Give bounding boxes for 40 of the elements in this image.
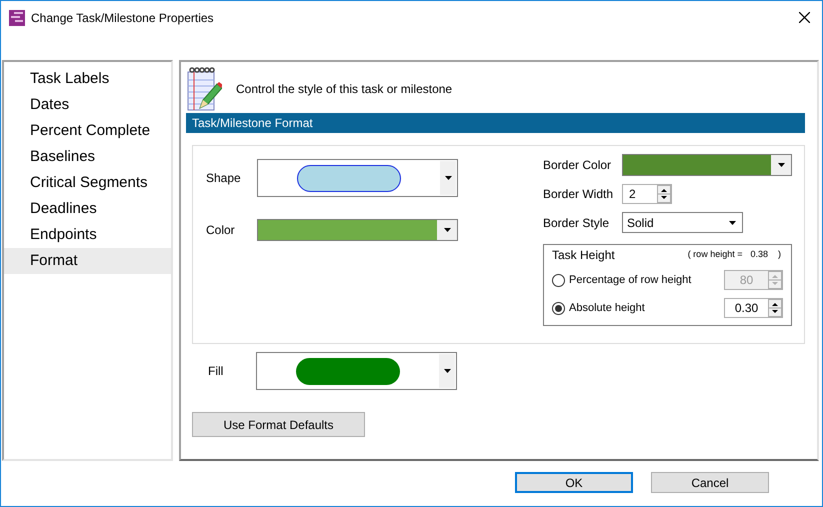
- sidebar-item[interactable]: Baselines: [4, 144, 171, 170]
- notepad-pencil-icon: [186, 66, 222, 112]
- defaults-button[interactable]: Use Format Defaults: [192, 412, 365, 437]
- field-label: Border Style: [543, 214, 610, 232]
- section-title-bar: Task/Milestone Format: [186, 113, 805, 133]
- sidebar-item[interactable]: Format: [4, 248, 171, 274]
- radio-label: Percentage of row height: [569, 272, 692, 288]
- sidebar-item[interactable]: Percent Complete: [4, 118, 171, 144]
- header-text: Control the style of this task or milestone: [236, 80, 452, 98]
- field-label: Color: [206, 222, 236, 239]
- sidebar-item[interactable]: Endpoints: [4, 222, 171, 248]
- spinner-field[interactable]: 2: [622, 184, 672, 204]
- field-label: Fill: [208, 363, 224, 380]
- dialog-button[interactable]: Cancel: [651, 472, 769, 493]
- window-title: Change Task/Milestone Properties: [31, 10, 214, 26]
- field-label: Border Width: [543, 186, 614, 203]
- radio-button[interactable]: [552, 302, 565, 314]
- row-height-value: 0.38: [750, 248, 768, 262]
- fill-dropdown[interactable]: [256, 352, 457, 390]
- shape-dropdown[interactable]: [257, 159, 458, 197]
- dialog-button[interactable]: OK: [515, 472, 633, 493]
- app-logo-icon: [9, 10, 25, 26]
- spinner-field: 80: [724, 270, 783, 290]
- row-height-label: ( row height =: [688, 248, 742, 262]
- field-label: Border Color: [543, 157, 612, 174]
- color-dropdown[interactable]: [622, 154, 792, 176]
- sidebar-item[interactable]: Deadlines: [4, 196, 171, 222]
- style-dropdown[interactable]: Solid: [622, 212, 743, 233]
- sidebar-item[interactable]: Task Labels: [4, 66, 171, 92]
- row-height-label: ): [778, 248, 781, 262]
- spinner-field[interactable]: 0.30: [724, 298, 783, 318]
- sidebar-item[interactable]: Critical Segments: [4, 170, 171, 196]
- spinner-arrows-icon[interactable]: [657, 185, 671, 203]
- radio-label: Absolute height: [569, 300, 645, 316]
- spinner-arrows-icon[interactable]: [768, 299, 782, 317]
- color-dropdown[interactable]: [257, 219, 458, 241]
- close-icon[interactable]: [799, 12, 810, 23]
- group-title: Task Height: [552, 247, 615, 264]
- field-label: Shape: [206, 170, 242, 187]
- sidebar-item[interactable]: Dates: [4, 92, 171, 118]
